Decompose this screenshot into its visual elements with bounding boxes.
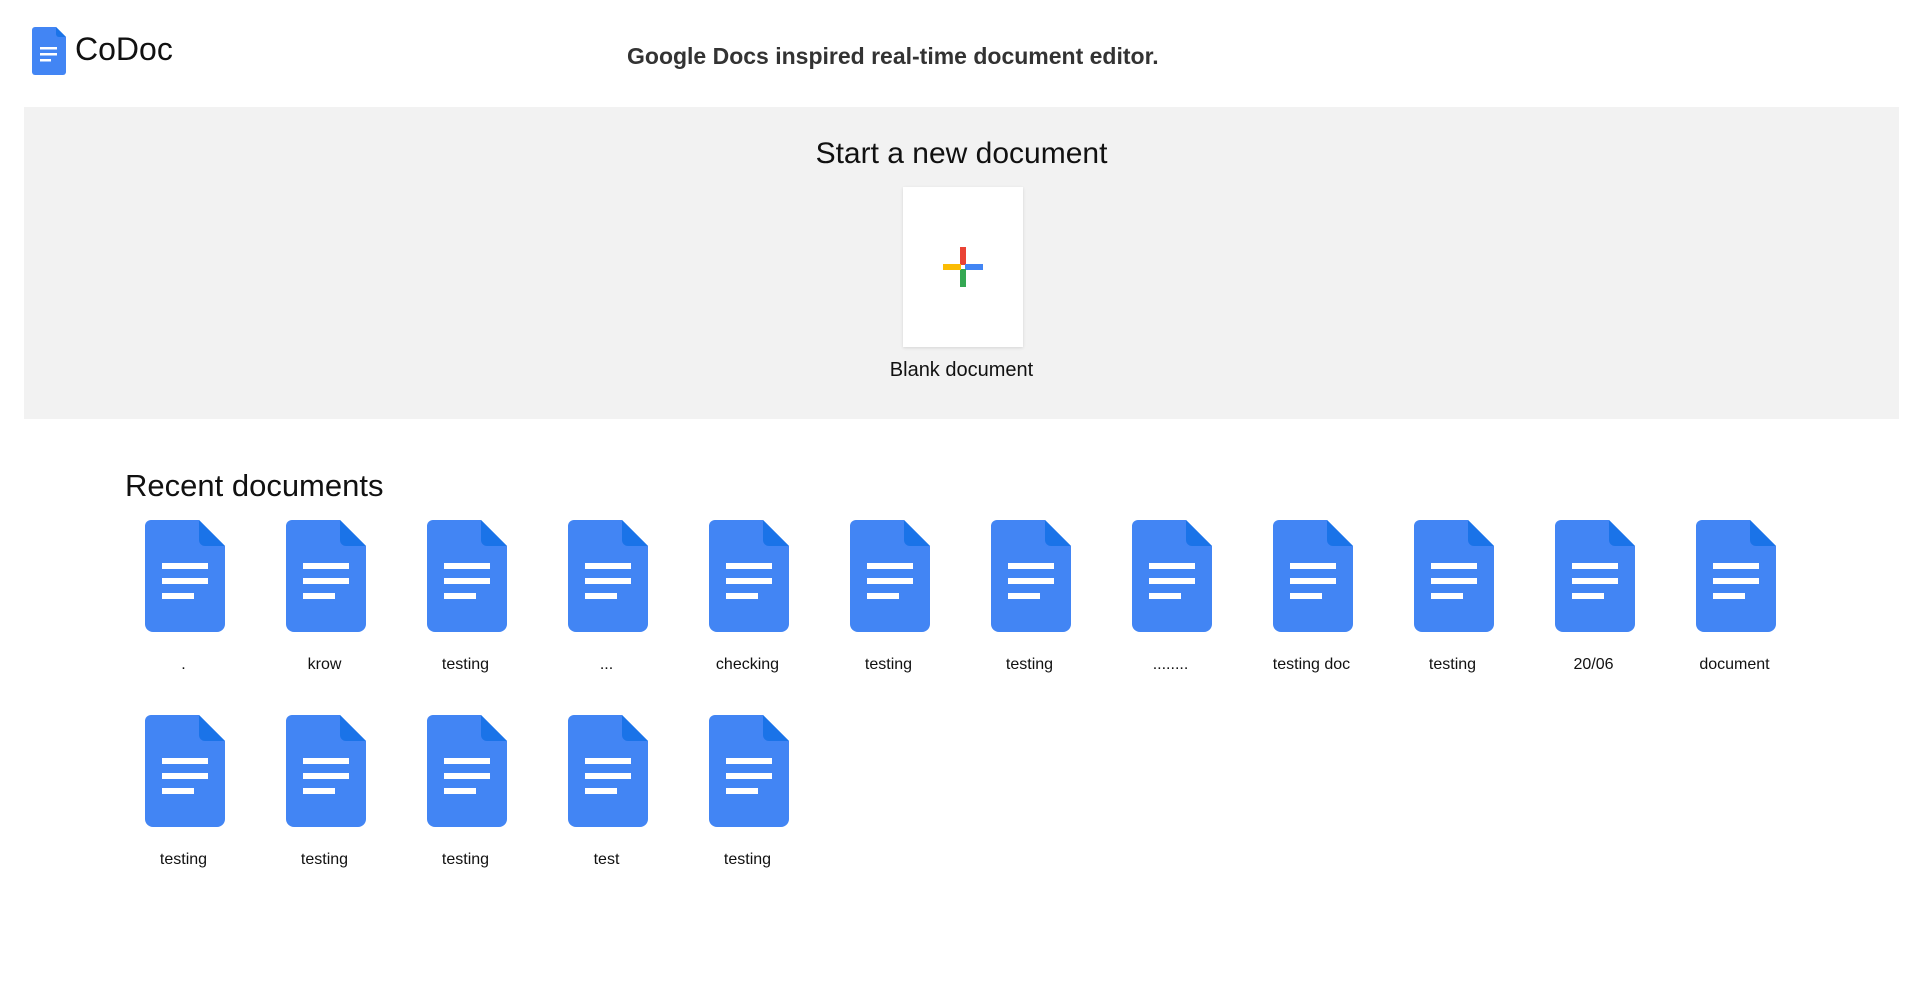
document-item[interactable]: testing: [818, 520, 959, 715]
document-icon: [1273, 520, 1353, 632]
document-title: .: [181, 656, 186, 673]
document-icon: [145, 715, 225, 827]
plus-icon: [943, 247, 983, 287]
document-item[interactable]: testing: [1382, 520, 1523, 715]
document-title: testing: [1005, 656, 1054, 673]
document-item[interactable]: ...: [536, 520, 677, 715]
document-title: testing: [723, 851, 772, 868]
document-icon: [1414, 520, 1494, 632]
document-item[interactable]: ........: [1100, 520, 1241, 715]
document-item[interactable]: testing: [254, 715, 395, 910]
document-icon: [568, 715, 648, 827]
tagline: Google Docs inspired real-time document …: [627, 43, 1159, 69]
blank-document-label: Blank document: [889, 359, 1034, 381]
document-item[interactable]: document: [1664, 520, 1805, 715]
document-item[interactable]: krow: [254, 520, 395, 715]
document-title: testing: [864, 656, 913, 673]
document-title: checking: [715, 656, 780, 673]
document-icon: [991, 520, 1071, 632]
document-icon: [286, 715, 366, 827]
document-item[interactable]: .: [113, 520, 254, 715]
document-icon: [286, 520, 366, 632]
document-item[interactable]: testing: [395, 715, 536, 910]
document-title: testing: [1428, 656, 1477, 673]
document-item[interactable]: testing: [395, 520, 536, 715]
document-title: testing: [441, 851, 490, 868]
document-title: test: [593, 851, 620, 868]
document-title: testing doc: [1272, 656, 1351, 673]
start-title: Start a new document: [815, 137, 1108, 170]
recent-documents-grid: . krow testing... checking testing testing...…: [113, 520, 1805, 910]
document-icon: [709, 520, 789, 632]
logo[interactable]: CoDoc: [32, 27, 173, 75]
document-item[interactable]: testing: [677, 715, 818, 910]
document-icon: [709, 715, 789, 827]
recent-documents-title: Recent documents: [125, 468, 384, 503]
document-item[interactable]: 20/06: [1523, 520, 1664, 715]
document-icon: [1696, 520, 1776, 632]
document-item[interactable]: checking: [677, 520, 818, 715]
document-title: krow: [307, 656, 342, 673]
document-icon: [427, 715, 507, 827]
document-title: document: [1699, 656, 1770, 673]
document-title: 20/06: [1573, 656, 1614, 673]
document-icon: [850, 520, 930, 632]
document-icon: [568, 520, 648, 632]
document-item[interactable]: testing doc: [1241, 520, 1382, 715]
document-title: ...: [599, 656, 614, 673]
document-icon: [1132, 520, 1212, 632]
document-title: testing: [441, 656, 490, 673]
document-item[interactable]: test: [536, 715, 677, 910]
document-title: testing: [300, 851, 349, 868]
start-new-document-section: Start a new document Blank document: [24, 107, 1899, 419]
document-icon: [427, 520, 507, 632]
document-item[interactable]: testing: [959, 520, 1100, 715]
document-icon: [1555, 520, 1635, 632]
document-icon: [32, 27, 66, 75]
app-name: CoDoc: [75, 30, 173, 67]
document-item[interactable]: testing: [113, 715, 254, 910]
document-icon: [145, 520, 225, 632]
document-title: ........: [1152, 656, 1189, 673]
blank-document-button[interactable]: [903, 187, 1023, 347]
header: CoDoc Google Docs inspired real-time doc…: [0, 0, 1915, 107]
document-title: testing: [159, 851, 208, 868]
